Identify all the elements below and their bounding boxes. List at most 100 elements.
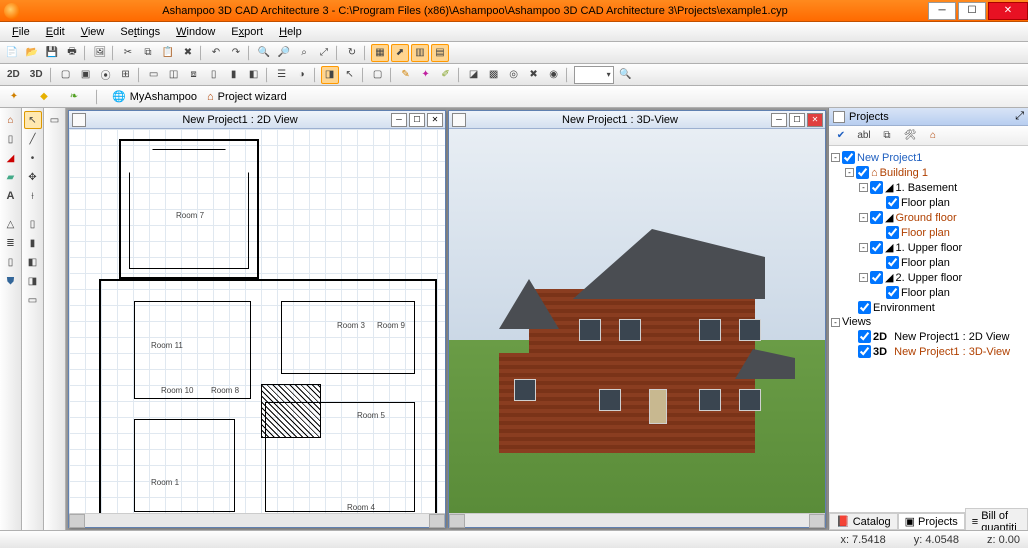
tool-wall2-icon[interactable]: ▮ <box>24 234 42 252</box>
menu-settings[interactable]: Settings <box>112 24 168 40</box>
doc-3d-canvas[interactable] <box>449 129 825 513</box>
wand2-icon[interactable]: ✦ <box>5 88 23 106</box>
copy-icon[interactable]: ⧉ <box>139 44 157 62</box>
doc-2d-min[interactable]: ─ <box>391 113 407 127</box>
zoom-window-icon[interactable]: ⌕ <box>295 44 313 62</box>
cfg5-icon[interactable]: ◉ <box>545 66 563 84</box>
doc-3d-titlebar[interactable]: New Project1 : 3D-View ─ ☐ ✕ <box>449 111 825 129</box>
menu-help[interactable]: Help <box>271 24 310 40</box>
tool-a-icon[interactable]: ▢ <box>57 66 75 84</box>
view-3d-button[interactable]: 3D <box>26 66 47 84</box>
tool-wall-icon[interactable]: ▯ <box>24 215 42 233</box>
tree-floor-2[interactable]: -◢1. Upper floor <box>831 240 1026 255</box>
tool-wall4-icon[interactable]: ◨ <box>24 272 42 290</box>
rename-icon[interactable]: abl <box>855 127 873 145</box>
tab-catalog[interactable]: 📕Catalog <box>829 513 898 530</box>
menu-view[interactable]: View <box>73 24 113 40</box>
zoom-out-icon[interactable]: 🔎 <box>275 44 293 62</box>
minimize-button[interactable]: ─ <box>928 2 956 20</box>
cat-wall-icon[interactable]: ▯ <box>2 130 20 148</box>
cat-stair-icon[interactable]: ≣ <box>2 234 20 252</box>
cat-terrain-icon[interactable]: ▰ <box>2 168 20 186</box>
tool-wall3-icon[interactable]: ◧ <box>24 253 42 271</box>
tree-view-2d[interactable]: 2D New Project1 : 2D View <box>831 329 1026 344</box>
tree-view-3d[interactable]: 3D New Project1 : 3D-View <box>831 344 1026 359</box>
cfg3-icon[interactable]: ◎ <box>505 66 523 84</box>
tree-building[interactable]: -⌂Building 1 <box>831 165 1026 180</box>
select-mode-icon[interactable]: ◨ <box>321 66 339 84</box>
cat-roof-icon[interactable]: △ <box>2 215 20 233</box>
diamond-icon[interactable]: ◆ <box>35 88 53 106</box>
cfg2-icon[interactable]: ▩ <box>485 66 503 84</box>
tree-floor-0-plan[interactable]: Floor plan <box>831 195 1026 210</box>
tool-wall5-icon[interactable]: ▭ <box>24 291 42 309</box>
menu-file[interactable]: File <box>4 24 38 40</box>
doc-3d-min[interactable]: ─ <box>771 113 787 127</box>
projects-tree[interactable]: -New Project1 -⌂Building 1 -◢1. Basement… <box>829 146 1028 512</box>
close-button[interactable]: ✕ <box>988 2 1028 20</box>
menu-window[interactable]: Window <box>168 24 223 40</box>
cursor2-icon[interactable]: ↖ <box>341 66 359 84</box>
home-icon[interactable]: ⌂ <box>924 127 942 145</box>
zoom-fit-icon[interactable]: ⤢ <box>315 44 333 62</box>
doc-2d-canvas[interactable]: Room 7 Room 11 Room 3 Room 9 Room 10 Roo… <box>69 129 445 513</box>
dup-icon[interactable]: ⧉ <box>878 127 896 145</box>
open-icon[interactable]: 📂 <box>23 44 41 62</box>
tree-floor-3-plan[interactable]: Floor plan <box>831 285 1026 300</box>
leaf-icon[interactable]: ❧ <box>65 88 83 106</box>
grid2-icon[interactable]: ▥ <box>411 44 429 62</box>
tree-floor-3[interactable]: -◢2. Upper floor <box>831 270 1026 285</box>
check-icon[interactable]: ✔ <box>832 127 850 145</box>
toggle-icon[interactable]: ◑ <box>293 66 311 84</box>
cfg1-icon[interactable]: ◪ <box>465 66 483 84</box>
tool-grid-icon[interactable]: ⊞ <box>117 66 135 84</box>
project-wizard-link[interactable]: ⌂ Project wizard <box>207 91 287 103</box>
tab-projects[interactable]: ▣Projects <box>898 513 965 530</box>
magic-icon[interactable]: ✦ <box>417 66 435 84</box>
doc-3d-hscroll[interactable] <box>449 513 825 527</box>
cursor-icon[interactable]: ⬈ <box>391 44 409 62</box>
doc-2d-titlebar[interactable]: New Project1 : 2D View ─ ☐ ✕ <box>69 111 445 129</box>
grid1-icon[interactable]: ▦ <box>371 44 389 62</box>
win5-icon[interactable]: ▮ <box>225 66 243 84</box>
menu-edit[interactable]: Edit <box>38 24 73 40</box>
wand-icon[interactable]: ✎ <box>397 66 415 84</box>
del-icon[interactable]: 🛠 <box>901 127 919 145</box>
find-icon[interactable]: 🔍 <box>617 66 635 84</box>
win2-icon[interactable]: ◫ <box>165 66 183 84</box>
myashampoo-link[interactable]: 🌐 MyAshampoo <box>112 90 197 103</box>
tool-c-icon[interactable]: ⦿ <box>97 66 115 84</box>
tree-floor-0[interactable]: -◢1. Basement <box>831 180 1026 195</box>
win1-icon[interactable]: ▭ <box>145 66 163 84</box>
color-icon[interactable]: ▢ <box>369 66 387 84</box>
tree-environment[interactable]: Environment <box>831 300 1026 315</box>
brush-icon[interactable]: ✐ <box>437 66 455 84</box>
image-icon[interactable]: 🖼 <box>91 44 109 62</box>
cat-door-icon[interactable]: ▯ <box>2 253 20 271</box>
print-icon[interactable]: 🖶 <box>63 44 81 62</box>
cat-land-icon[interactable]: ◢ <box>2 149 20 167</box>
tool-ruler-icon[interactable]: ⟊ <box>24 187 42 205</box>
projects-panel-title[interactable]: Projects ⤢ <box>829 108 1028 126</box>
sub-rect-icon[interactable]: ▭ <box>46 111 64 129</box>
tool-move-icon[interactable]: ✥ <box>24 168 42 186</box>
win3-icon[interactable]: ⧈ <box>185 66 203 84</box>
win4-icon[interactable]: ▯ <box>205 66 223 84</box>
doc-2d-max[interactable]: ☐ <box>409 113 425 127</box>
panel-pin-icon[interactable]: ⤢ <box>1015 110 1024 123</box>
cat-shield-icon[interactable]: ⛊ <box>2 272 20 290</box>
tool-b-icon[interactable]: ▣ <box>77 66 95 84</box>
cut-icon[interactable]: ✂ <box>119 44 137 62</box>
zoom-in-icon[interactable]: 🔍 <box>255 44 273 62</box>
tool-line-icon[interactable]: ╱ <box>24 130 42 148</box>
redo-icon[interactable]: ↷ <box>227 44 245 62</box>
tool-point-icon[interactable]: • <box>24 149 42 167</box>
cfg4-icon[interactable]: ✖ <box>525 66 543 84</box>
refresh-icon[interactable]: ↻ <box>343 44 361 62</box>
maximize-button[interactable]: ☐ <box>958 2 986 20</box>
save-icon[interactable]: 💾 <box>43 44 61 62</box>
view-2d-button[interactable]: 2D <box>3 66 24 84</box>
menu-export[interactable]: Export <box>223 24 271 40</box>
cat-text-icon[interactable]: A <box>2 187 20 205</box>
layer-icon[interactable]: ☰ <box>273 66 291 84</box>
